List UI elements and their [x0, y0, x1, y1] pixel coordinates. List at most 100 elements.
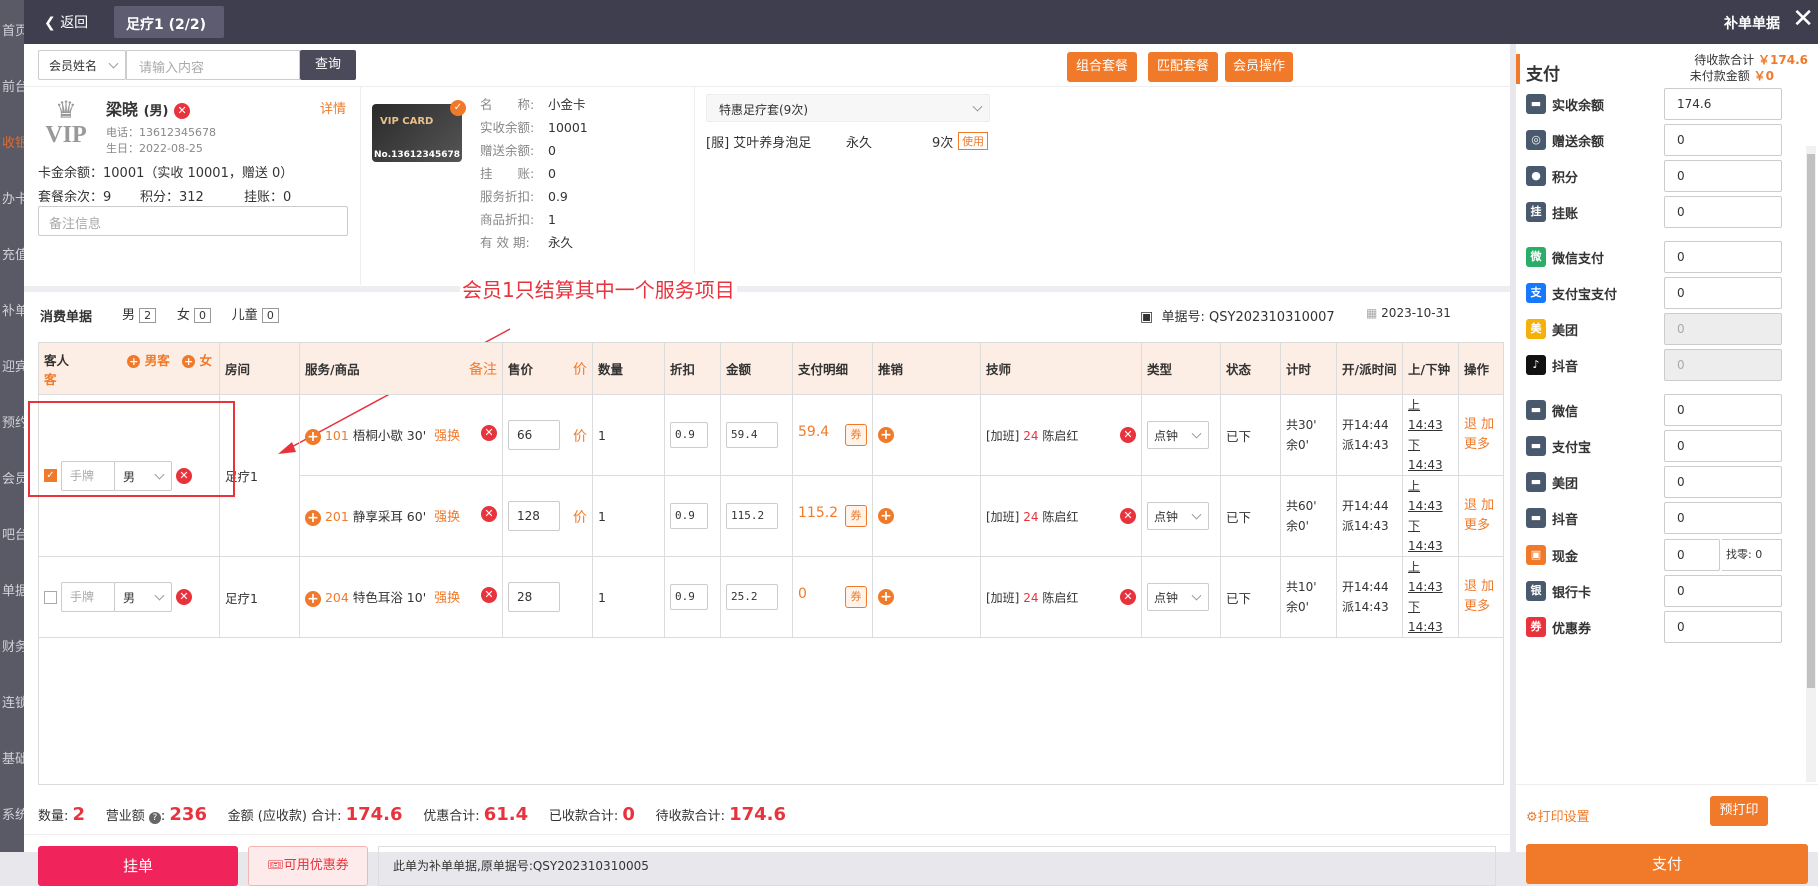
remove-guest-icon[interactable]: ✕	[175, 467, 192, 484]
search-field-select[interactable]: 会员姓名	[38, 50, 126, 80]
pay-amount-input[interactable]: 0	[1664, 394, 1782, 426]
remark-button[interactable]: 备注	[469, 359, 497, 379]
back-button[interactable]: ❮ 返回	[44, 12, 88, 32]
use-package-button[interactable]: 使用	[958, 132, 988, 150]
remove-service-icon[interactable]: ✕	[481, 587, 497, 604]
member-detail-link[interactable]: 详情	[320, 98, 346, 117]
clock-out-link[interactable]: 下14:43	[1408, 516, 1453, 556]
close-icon[interactable]: ✕	[1792, 6, 1814, 32]
clock-type-select[interactable]: 点钟	[1147, 502, 1209, 530]
sidebar-item[interactable]: 预约	[0, 392, 24, 448]
note-input[interactable]: 备注信息	[38, 206, 348, 236]
hand-tag-input[interactable]: 手牌	[60, 460, 115, 491]
pay-amount-input[interactable]: 0	[1664, 160, 1782, 192]
more-link[interactable]: 更多	[1464, 435, 1498, 455]
search-input[interactable]: 请输入内容	[126, 50, 300, 80]
coupon-tag[interactable]: 券	[845, 586, 867, 608]
price-input[interactable]: 66	[508, 420, 560, 450]
sidebar-item[interactable]: 基础	[0, 728, 24, 784]
price-button[interactable]: 价	[573, 426, 587, 446]
help-icon[interactable]: ?	[148, 812, 161, 824]
clock-in-link[interactable]: 上14:43	[1408, 395, 1453, 435]
clock-type-select[interactable]: 点钟	[1147, 421, 1209, 449]
price-input[interactable]: 28	[508, 582, 560, 612]
pay-amount-input[interactable]: 174.6	[1664, 88, 1782, 120]
sidebar-item[interactable]: 收银	[0, 112, 24, 168]
sidebar-item[interactable]: 前台	[0, 56, 24, 112]
more-link[interactable]: 更多	[1464, 597, 1498, 617]
pay-amount-input[interactable]: 0	[1664, 575, 1782, 607]
pay-amount-input[interactable]: 0	[1664, 611, 1782, 643]
add-promo-icon[interactable]: +	[878, 508, 894, 525]
clock-in-link[interactable]: 上14:43	[1408, 557, 1453, 597]
refund-add-links[interactable]: 退 加	[1464, 577, 1498, 597]
sidebar-item[interactable]: 迎宾	[0, 336, 24, 392]
package-select[interactable]: 特惠足疗套(9次)	[706, 94, 990, 122]
room-tab[interactable]: 足疗1 (2/2)	[114, 6, 224, 38]
price-input[interactable]: 128	[508, 501, 560, 531]
sidebar-item[interactable]: 单据	[0, 560, 24, 616]
remove-member-icon[interactable]: ✕	[174, 102, 191, 119]
add-service-icon[interactable]: +	[305, 590, 321, 607]
force-swap-link[interactable]: 强换	[434, 591, 460, 606]
coupon-tag[interactable]: 券	[845, 505, 867, 527]
sidebar-item[interactable]: 系统	[0, 784, 24, 840]
pay-amount-input[interactable]: 0	[1664, 430, 1782, 462]
more-link[interactable]: 更多	[1464, 516, 1498, 536]
preprint-button[interactable]: 预打印	[1710, 796, 1768, 826]
search-button[interactable]: 查询	[300, 50, 356, 80]
sidebar-item[interactable]: 财务	[0, 616, 24, 672]
scrollbar[interactable]	[1806, 146, 1816, 782]
combo-package-button[interactable]: 组合套餐	[1067, 52, 1137, 82]
hang-order-button[interactable]: 挂单	[38, 846, 238, 886]
sidebar-item[interactable]: 连锁	[0, 672, 24, 728]
pay-amount-input[interactable]: 0	[1664, 277, 1782, 309]
match-package-button[interactable]: 匹配套餐	[1148, 52, 1218, 82]
remove-service-icon[interactable]: ✕	[481, 425, 497, 442]
pay-amount-input[interactable]: 0	[1664, 466, 1782, 498]
amount-input[interactable]: 25.2	[726, 584, 778, 610]
amount-input[interactable]: 59.4	[726, 422, 778, 448]
clock-in-link[interactable]: 上14:43	[1408, 476, 1453, 516]
guest-checkbox[interactable]	[44, 590, 57, 604]
remove-technician-icon[interactable]: ✕	[1120, 426, 1136, 443]
hand-tag-input[interactable]: 手牌	[60, 582, 115, 612]
sidebar-item[interactable]: 充值	[0, 224, 24, 280]
discount-input[interactable]: 0.9	[670, 503, 708, 529]
remark-input[interactable]: 此单为补单单据,原单据号:QSY202310310005	[378, 846, 1496, 886]
force-swap-link[interactable]: 强换	[434, 510, 460, 525]
refund-add-links[interactable]: 退 加	[1464, 415, 1498, 435]
discount-input[interactable]: 0.9	[670, 584, 708, 610]
price-button[interactable]: 价	[573, 507, 587, 527]
pay-amount-input[interactable]: 0	[1664, 124, 1782, 156]
force-swap-link[interactable]: 强换	[434, 429, 460, 444]
pay-amount-input[interactable]: 0	[1664, 502, 1782, 534]
refund-add-links[interactable]: 退 加	[1464, 496, 1498, 516]
pay-amount-input[interactable]: 0	[1664, 196, 1782, 228]
discount-input[interactable]: 0.9	[670, 422, 708, 448]
clock-out-link[interactable]: 下14:43	[1408, 597, 1453, 637]
clock-out-link[interactable]: 下14:43	[1408, 435, 1453, 475]
sidebar-item[interactable]: 会员	[0, 448, 24, 504]
remove-service-icon[interactable]: ✕	[481, 506, 497, 523]
sidebar-item[interactable]: 吧台	[0, 504, 24, 560]
sidebar-item[interactable]: 办卡	[0, 168, 24, 224]
sidebar-item[interactable]: 补单	[0, 280, 24, 336]
coupon-tag[interactable]: 券	[845, 424, 867, 446]
gender-select[interactable]: 男	[113, 460, 172, 491]
add-male-button[interactable]: + 男客	[127, 353, 170, 368]
coupon-button[interactable]: 🎟可用优惠券	[248, 846, 368, 886]
add-promo-icon[interactable]: +	[878, 589, 894, 606]
print-settings-link[interactable]: ⚙打印设置	[1526, 806, 1590, 825]
guest-checkbox[interactable]: ✓	[44, 469, 57, 482]
remove-guest-icon[interactable]: ✕	[175, 589, 192, 605]
gender-select[interactable]: 男	[113, 582, 172, 612]
sidebar-item[interactable]: 首页	[0, 0, 24, 56]
amount-input[interactable]: 115.2	[726, 503, 778, 529]
add-service-icon[interactable]: +	[305, 428, 321, 445]
add-service-icon[interactable]: +	[305, 509, 321, 526]
pay-amount-input[interactable]: 0	[1664, 241, 1782, 273]
member-operation-button[interactable]: 会员操作	[1225, 52, 1293, 82]
clock-type-select[interactable]: 点钟	[1147, 583, 1209, 611]
pay-button[interactable]: 支付	[1526, 844, 1808, 884]
